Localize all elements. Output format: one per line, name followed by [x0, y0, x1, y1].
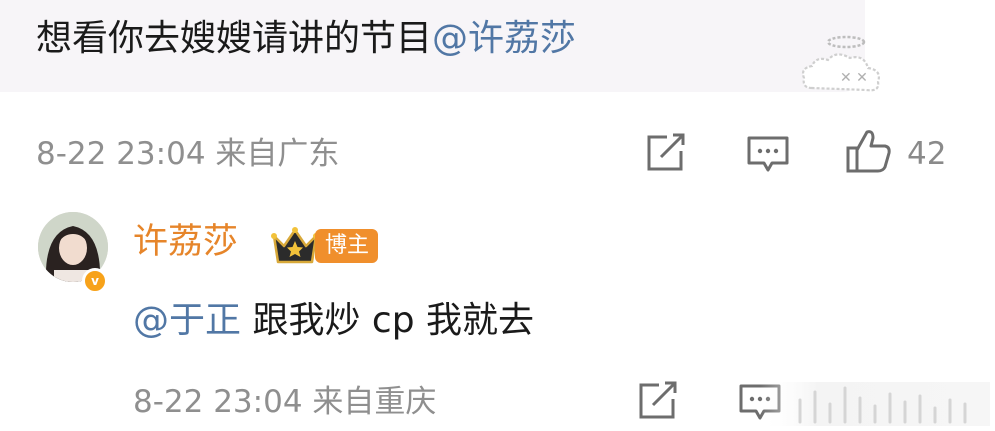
like-count: 42	[907, 136, 947, 172]
reply-body: 跟我炒 cp 我就去	[241, 300, 534, 341]
comment-location: 来自广东	[215, 136, 340, 172]
thumbs-up-icon[interactable]	[845, 128, 893, 174]
verified-badge-icon: v	[82, 268, 108, 294]
reply-mention-link[interactable]: @于正	[133, 300, 241, 341]
angel-cloud-sticker: ✕ ✕	[792, 30, 892, 102]
comment-meta: 8-22 23:04 来自广东	[36, 134, 339, 174]
blogger-badge: 博主	[315, 229, 379, 263]
comment-icon[interactable]	[746, 135, 790, 175]
reply-time: 8-22 23:04	[133, 384, 303, 420]
comment-time: 8-22 23:04	[36, 136, 206, 172]
reply-location: 来自重庆	[312, 384, 437, 420]
svg-text:✕ ✕: ✕ ✕	[840, 70, 868, 86]
comment-mention-link[interactable]: @许荔莎	[432, 18, 576, 59]
comment-body: 想看你去嫂嫂请讲的节目	[36, 18, 433, 59]
reply-share-icon[interactable]	[637, 381, 679, 421]
reply-text: @于正 跟我炒 cp 我就去	[133, 295, 534, 347]
watermark	[760, 382, 990, 426]
reply-meta: 8-22 23:04 来自重庆	[133, 382, 436, 422]
crown-icon	[270, 224, 320, 268]
share-icon[interactable]	[645, 133, 687, 173]
reply-username[interactable]: 许荔莎	[133, 218, 238, 266]
comment-text: 想看你去嫂嫂请讲的节目@许荔莎	[36, 11, 576, 67]
